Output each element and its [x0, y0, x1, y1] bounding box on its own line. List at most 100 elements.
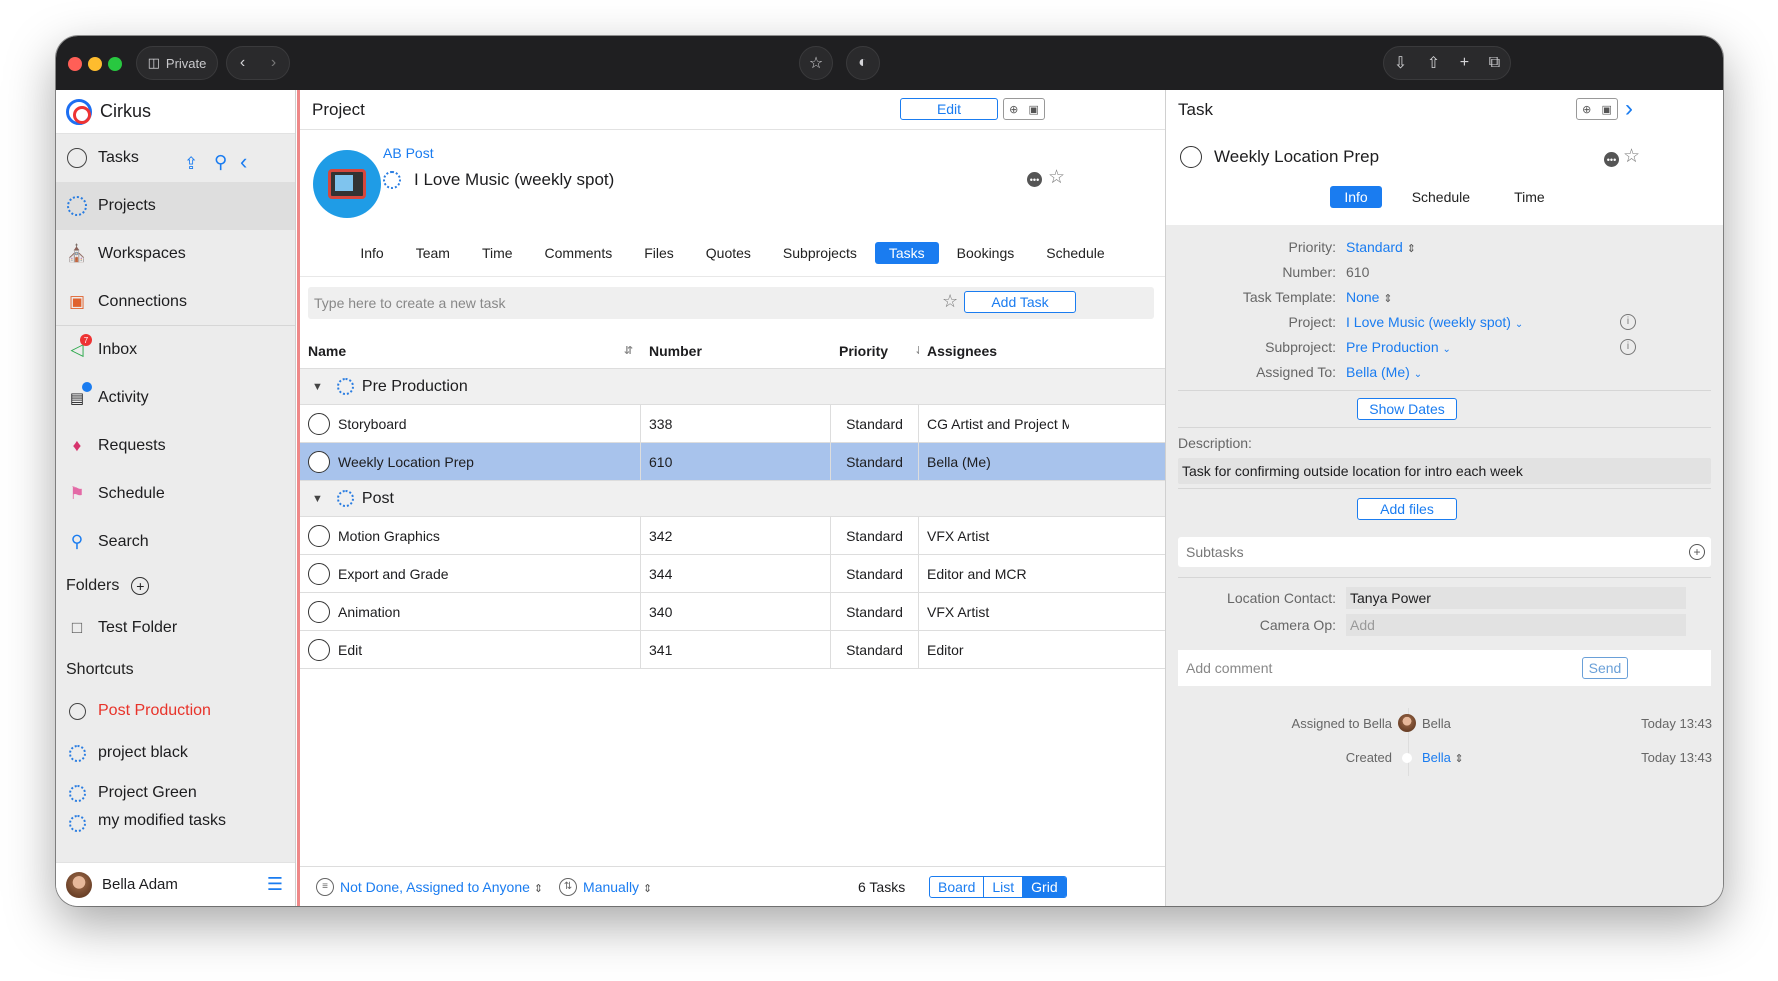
minimize-window-button[interactable] [88, 57, 102, 71]
tab-comments[interactable]: Comments [531, 242, 627, 264]
location-contact-input[interactable]: Tanya Power [1346, 586, 1686, 609]
group-header[interactable]: ▼ Post [300, 481, 1166, 517]
camera-op-input[interactable]: Add [1346, 613, 1686, 636]
send-button[interactable]: Send [1582, 657, 1628, 679]
column-priority[interactable]: Priority ⇵ [831, 333, 919, 368]
complete-checkbox[interactable] [308, 638, 330, 661]
copy-icon[interactable]: ▣ [1602, 103, 1612, 116]
column-number[interactable]: Number [641, 333, 831, 368]
more-icon[interactable]: ••• [1027, 172, 1042, 187]
tab-files[interactable]: Files [630, 242, 688, 264]
view-list-button[interactable]: List [984, 877, 1024, 897]
sidebar-item-projects[interactable]: Projects [56, 182, 295, 230]
disclosure-triangle-icon[interactable]: ▼ [312, 381, 323, 393]
edit-button[interactable]: Edit [900, 98, 998, 120]
group-header[interactable]: ▼ Pre Production [300, 369, 1166, 405]
table-row[interactable]: Export and Grade 344 Standard Editor and… [300, 555, 1166, 593]
star-icon[interactable]: ☆ [942, 291, 958, 312]
complete-checkbox[interactable] [308, 524, 330, 547]
forward-arrow-icon[interactable]: › [271, 54, 276, 72]
share-icon[interactable]: ⇧ [1427, 53, 1440, 73]
tab-quotes[interactable]: Quotes [692, 242, 765, 264]
show-dates-button[interactable]: Show Dates [1357, 398, 1457, 420]
tab-schedule[interactable]: Schedule [1032, 242, 1118, 264]
sidebar-item-schedule[interactable]: ⚑ Schedule [56, 470, 295, 518]
info-icon[interactable]: i [1620, 313, 1636, 330]
add-panel-icon[interactable]: ⊕ [1009, 103, 1018, 116]
sort-select[interactable]: Manually ⇕ [583, 879, 652, 895]
next-chevron-icon[interactable]: › [1625, 95, 1633, 123]
filter-select[interactable]: Not Done, Assigned to Anyone ⇕ [340, 879, 543, 895]
favorite-star-icon[interactable]: ☆ [1623, 145, 1640, 168]
shortcut-item[interactable]: my modified tasks [56, 812, 295, 834]
panel-options[interactable]: ⊕ ▣ [1003, 98, 1045, 120]
tab-info[interactable]: Info [346, 242, 397, 264]
table-row[interactable]: Edit 341 Standard Editor [300, 631, 1166, 669]
more-icon[interactable]: ••• [1604, 152, 1619, 167]
download-icon[interactable]: ⇩ [1394, 53, 1407, 73]
complete-checkbox[interactable] [308, 450, 330, 473]
created-by-select[interactable]: Bella ⇕ [1422, 750, 1464, 765]
tab-schedule[interactable]: Schedule [1398, 186, 1484, 208]
sidebar-item-inbox[interactable]: ◁ 7 Inbox [56, 326, 295, 374]
sidebar-item-connections[interactable]: ▣ Connections [56, 278, 295, 326]
user-name[interactable]: Bella Adam [102, 876, 178, 893]
disclosure-triangle-icon[interactable]: ▼ [312, 493, 323, 505]
new-task-input[interactable]: Type here to create a new task ☆ Add Tas… [308, 287, 1154, 319]
complete-checkbox[interactable] [308, 600, 330, 623]
add-task-button[interactable]: Add Task [964, 291, 1076, 313]
sort-icon[interactable]: ⇵ [916, 344, 919, 357]
complete-checkbox[interactable] [1180, 146, 1202, 168]
tab-tasks[interactable]: Tasks [874, 242, 939, 264]
table-row[interactable]: Animation 340 Standard VFX Artist [300, 593, 1166, 631]
close-window-button[interactable] [68, 57, 82, 71]
column-name[interactable]: Name ⇵ [300, 333, 641, 368]
description-field[interactable]: Task for confirming outside location for… [1178, 458, 1711, 484]
tab-subprojects[interactable]: Subprojects [769, 242, 871, 264]
table-row-selected[interactable]: Weekly Location Prep 610 Standard Bella … [300, 443, 1166, 481]
filter-icon[interactable]: ≡ [316, 877, 334, 896]
add-panel-icon[interactable]: ⊕ [1582, 103, 1591, 116]
complete-checkbox[interactable] [308, 562, 330, 585]
subproject-select[interactable]: Pre Production ⌄ [1346, 339, 1451, 355]
add-files-button[interactable]: Add files [1357, 498, 1457, 520]
settings-sliders-icon[interactable]: ☰ [267, 874, 283, 895]
template-select[interactable]: None ⇕ [1346, 289, 1393, 305]
sidebar-item-workspaces[interactable]: ⛪ Workspaces [56, 230, 295, 278]
sort-clock-icon[interactable]: ⇅ [559, 877, 578, 896]
project-select[interactable]: I Love Music (weekly spot) ⌄ [1346, 314, 1523, 330]
tab-bookings[interactable]: Bookings [943, 242, 1029, 264]
sidebar-item-activity[interactable]: ▤ Activity [56, 374, 295, 422]
tab-team[interactable]: Team [402, 242, 464, 264]
sidebar-item-search[interactable]: ⚲ Search [56, 518, 295, 566]
tab-info[interactable]: Info [1330, 186, 1382, 208]
shortcut-item[interactable]: Post Production [56, 690, 295, 732]
complete-checkbox[interactable] [308, 412, 330, 435]
add-subtask-icon[interactable]: + [1689, 544, 1705, 560]
avatar[interactable] [66, 871, 92, 898]
assigned-select[interactable]: Bella (Me) ⌄ [1346, 364, 1422, 380]
tabs-overview-icon[interactable]: ⧉ [1489, 54, 1500, 72]
new-tab-icon[interactable]: + [1460, 54, 1469, 72]
sidebar-item-requests[interactable]: ♦ Requests [56, 422, 295, 470]
comment-input[interactable]: Add comment Send [1178, 650, 1711, 686]
priority-select[interactable]: Standard ⇕ [1346, 239, 1416, 255]
table-row[interactable]: Storyboard 338 Standard CG Artist and Pr… [300, 405, 1166, 443]
column-assignees[interactable]: Assignees [919, 333, 1069, 368]
zoom-window-button[interactable] [108, 57, 122, 71]
private-tab-button[interactable]: ◫ Private [136, 46, 218, 80]
view-board-button[interactable]: Board [930, 877, 985, 897]
tab-time[interactable]: Time [1500, 186, 1559, 208]
bookmark-button[interactable]: ☆ [799, 46, 833, 80]
workspace-link[interactable]: AB Post [383, 145, 434, 161]
shield-button[interactable]: ◐ [846, 46, 880, 80]
copy-icon[interactable]: ▣ [1029, 103, 1039, 116]
sidebar-item-tasks[interactable]: Tasks [56, 134, 295, 182]
folder-item[interactable]: □ Test Folder [56, 606, 295, 650]
view-grid-button[interactable]: Grid [1023, 877, 1066, 897]
shortcut-item[interactable]: project black [56, 732, 295, 774]
add-folder-icon[interactable]: + [131, 577, 150, 595]
favorite-star-icon[interactable]: ☆ [1048, 166, 1065, 189]
info-icon[interactable]: i [1620, 338, 1636, 355]
shortcut-item[interactable]: Project Green [56, 774, 295, 812]
